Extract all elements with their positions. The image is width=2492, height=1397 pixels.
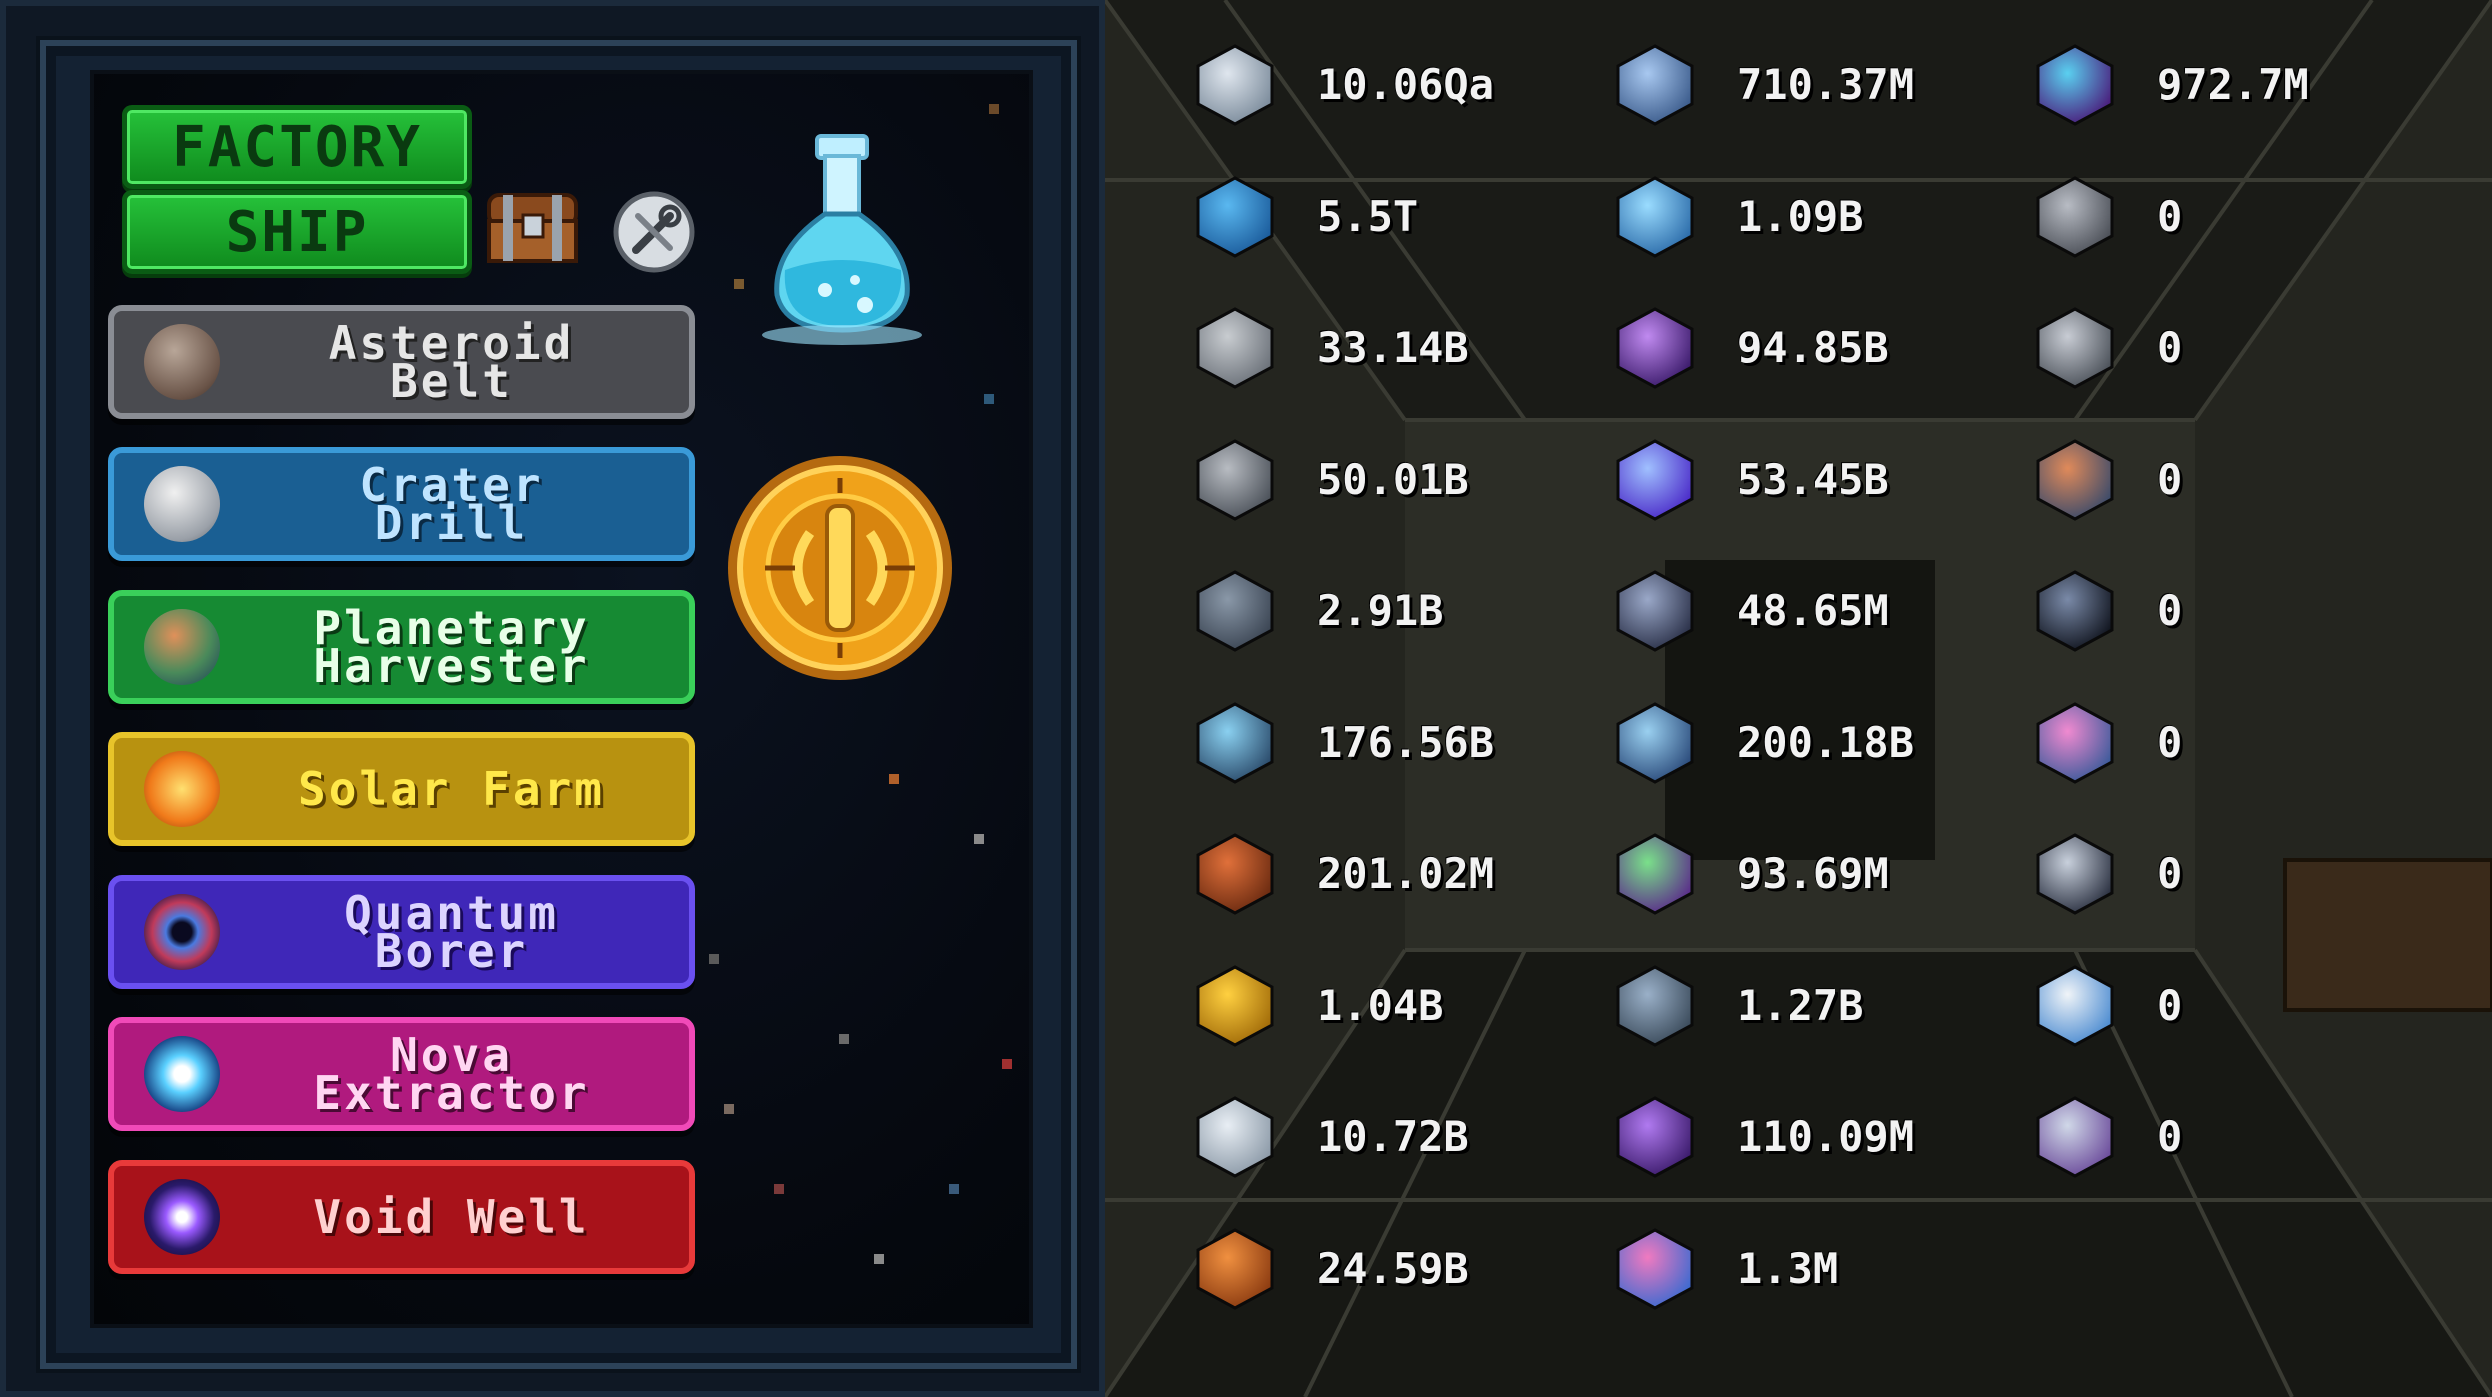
star — [989, 104, 999, 114]
resource-amount: 0 — [2157, 586, 2183, 635]
resource-amount: 2.91B — [1317, 586, 1444, 635]
crater-drill-button[interactable]: Crater Drill — [108, 447, 695, 561]
resource-amount: 1.04B — [1317, 980, 1444, 1030]
hourglass-cube-icon — [2030, 698, 2120, 788]
rocket-part-icon — [2030, 303, 2120, 393]
resource-amount: 24.59B — [1317, 1243, 1469, 1293]
resource-amount: 110.09M — [1737, 1112, 1915, 1161]
crystal-chunk-icon — [1190, 566, 1280, 656]
steel-ingot-icon — [1190, 435, 1280, 525]
star — [949, 1184, 959, 1194]
machine-label: Nova Extractor — [313, 1028, 590, 1120]
copper-ingot-icon — [1190, 829, 1280, 919]
water-drop-icon — [1190, 172, 1280, 262]
resource-amount: 53.45B — [1737, 454, 1889, 504]
resource-amount: 10.06Qa — [1317, 60, 1495, 109]
resource-amount: 201.02M — [1317, 849, 1495, 898]
star — [709, 954, 719, 964]
asteroid-belt-button[interactable]: Asteroid Belt — [108, 305, 695, 419]
nova-extractor-button[interactable]: Nova Extractor — [108, 1017, 695, 1131]
gear-core-icon — [2030, 961, 2120, 1051]
star — [984, 394, 994, 404]
resource-amount: 0 — [2157, 191, 2183, 241]
machine-label: Void Well — [313, 1190, 590, 1244]
gold-ingot-icon — [1190, 961, 1280, 1051]
resource-amount: 5.5T — [1317, 191, 1419, 241]
platinum-ingot-icon — [1190, 1092, 1280, 1182]
machine-label: Planetary Harvester — [313, 601, 590, 693]
spiral-icon — [1610, 698, 1700, 788]
resource-amount: 0 — [2157, 849, 2183, 898]
asteroid-icon — [144, 324, 220, 400]
resource-amount: 50.01B — [1317, 454, 1469, 504]
orbit-tool-icon — [2030, 829, 2120, 919]
star-burst-icon — [1610, 435, 1700, 525]
resource-amount: 48.65M — [1737, 586, 1889, 635]
machine-label: Solar Farm — [298, 762, 605, 816]
star — [724, 1104, 734, 1114]
nebula-icon — [1610, 1224, 1700, 1314]
gas-planet-icon — [1190, 1224, 1280, 1314]
dark-crystal-icon — [2030, 40, 2120, 130]
machine-label: Crater Drill — [359, 458, 544, 550]
ice-crystal-icon — [1610, 172, 1700, 262]
solar-farm-button[interactable]: Solar Farm — [108, 732, 695, 846]
machine-label: Quantum Borer — [344, 886, 559, 978]
resource-amount: 10.72B — [1317, 1112, 1469, 1161]
void-well-button[interactable]: Void Well — [108, 1160, 695, 1274]
planetary-harvester-button[interactable]: Planetary Harvester — [108, 590, 695, 704]
black-hole-icon — [2030, 566, 2120, 656]
void-icon — [144, 1179, 220, 1255]
ship-tab[interactable]: SHIP — [122, 190, 472, 274]
ringed-artifact-icon — [2030, 1092, 2120, 1182]
galaxy-icon — [1610, 303, 1700, 393]
resource-amount: 0 — [2157, 980, 2183, 1030]
shard-icon — [1610, 1092, 1700, 1182]
star — [874, 1254, 884, 1264]
planet-icon — [144, 609, 220, 685]
moon-icon — [144, 466, 220, 542]
small-ingot-icon — [1190, 303, 1280, 393]
nova-icon — [144, 1036, 220, 1112]
factory-panel: FACTORY SHIP Asteroid Belt Crater Drill … — [0, 0, 1105, 1397]
resource-amount: 1.09B — [1737, 191, 1864, 241]
resource-amount: 0 — [2157, 717, 2183, 767]
treasure-chest-icon[interactable] — [485, 185, 580, 265]
cluster-icon — [1610, 961, 1700, 1051]
star — [1002, 1059, 1012, 1069]
resource-amount: 710.37M — [1737, 60, 1915, 109]
resource-amount: 93.69M — [1737, 849, 1889, 898]
gold-coin-icon[interactable] — [725, 448, 955, 688]
star — [774, 1184, 784, 1194]
resource-amount: 33.14B — [1317, 323, 1469, 372]
atom-icon — [1610, 829, 1700, 919]
sun-icon — [144, 751, 220, 827]
quantum-borer-button[interactable]: Quantum Borer — [108, 875, 695, 989]
resource-amount: 176.56B — [1317, 717, 1495, 767]
core-device-icon — [2030, 435, 2120, 525]
resource-amount: 0 — [2157, 454, 2183, 504]
machine-label: Asteroid Belt — [328, 316, 575, 408]
research-flask-icon[interactable] — [755, 130, 930, 350]
resource-amount: 1.27B — [1737, 980, 1864, 1030]
silver-ingot-icon — [1190, 40, 1280, 130]
resource-inventory-panel: 10.06Qa 5.5T 33.14B 50.01B 2.91B 176.56B 201.0… — [1105, 0, 2492, 1397]
star — [839, 1034, 849, 1044]
wrench-settings-icon[interactable] — [612, 190, 696, 274]
resource-amount: 0 — [2157, 1112, 2183, 1161]
resource-amount: 94.85B — [1737, 323, 1889, 372]
vortex-icon — [1610, 566, 1700, 656]
star — [889, 774, 899, 784]
star — [734, 279, 744, 289]
resource-amount: 0 — [2157, 323, 2183, 372]
resource-amount: 1.3M — [1737, 1243, 1839, 1293]
canister-icon — [1190, 698, 1280, 788]
star — [974, 834, 984, 844]
factory-tab[interactable]: FACTORY — [122, 105, 472, 189]
blue-ingot-icon — [1610, 40, 1700, 130]
resource-amount: 200.18B — [1737, 717, 1915, 767]
quantum-eye-icon — [144, 894, 220, 970]
circuit-plate-icon — [2030, 172, 2120, 262]
resource-amount: 972.7M — [2157, 60, 2309, 109]
